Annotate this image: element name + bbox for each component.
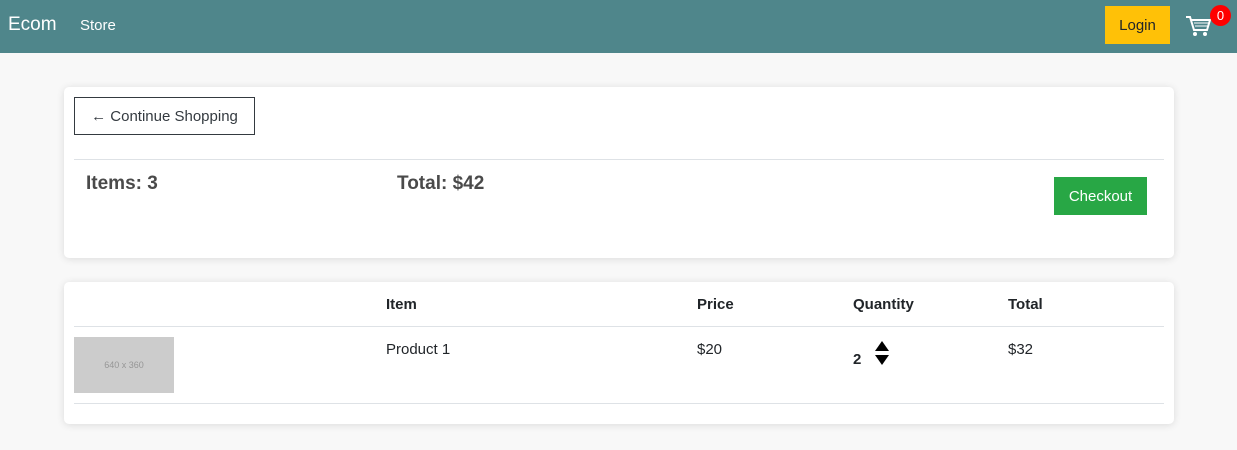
column-header-total: Total bbox=[1008, 296, 1043, 313]
login-button[interactable]: Login bbox=[1105, 6, 1170, 44]
shopping-cart-icon[interactable] bbox=[1184, 12, 1212, 40]
arrow-down-icon[interactable] bbox=[875, 355, 889, 365]
continue-shopping-button[interactable]: ← Continue Shopping bbox=[74, 97, 255, 135]
top-navbar: Ecom Store Login 0 bbox=[0, 0, 1237, 53]
brand-logo[interactable]: Ecom bbox=[8, 14, 57, 36]
table-header-divider bbox=[74, 326, 1164, 327]
cart-summary-card: ← Continue Shopping Items: 3 Total: $42 … bbox=[64, 87, 1174, 258]
cart-total: Total: $42 bbox=[397, 173, 485, 194]
column-header-price: Price bbox=[697, 296, 734, 313]
column-header-quantity: Quantity bbox=[853, 296, 914, 313]
quantity-value: 2 bbox=[853, 351, 862, 368]
store-link[interactable]: Store bbox=[80, 17, 116, 34]
summary-divider bbox=[74, 159, 1164, 160]
checkout-button[interactable]: Checkout bbox=[1054, 177, 1147, 215]
product-name: Product 1 bbox=[386, 341, 451, 358]
row-total: $32 bbox=[1008, 341, 1034, 358]
items-count: Items: 3 bbox=[86, 173, 158, 194]
product-image: 640 x 360 bbox=[74, 337, 174, 393]
row-divider bbox=[74, 403, 1164, 404]
arrow-up-icon[interactable] bbox=[875, 341, 889, 351]
cart-count-badge: 0 bbox=[1210, 5, 1231, 26]
cart-items-table: Item Price Quantity Total 640 x 360 Prod… bbox=[64, 282, 1174, 424]
product-price: $20 bbox=[697, 341, 723, 358]
column-header-item: Item bbox=[386, 296, 417, 313]
